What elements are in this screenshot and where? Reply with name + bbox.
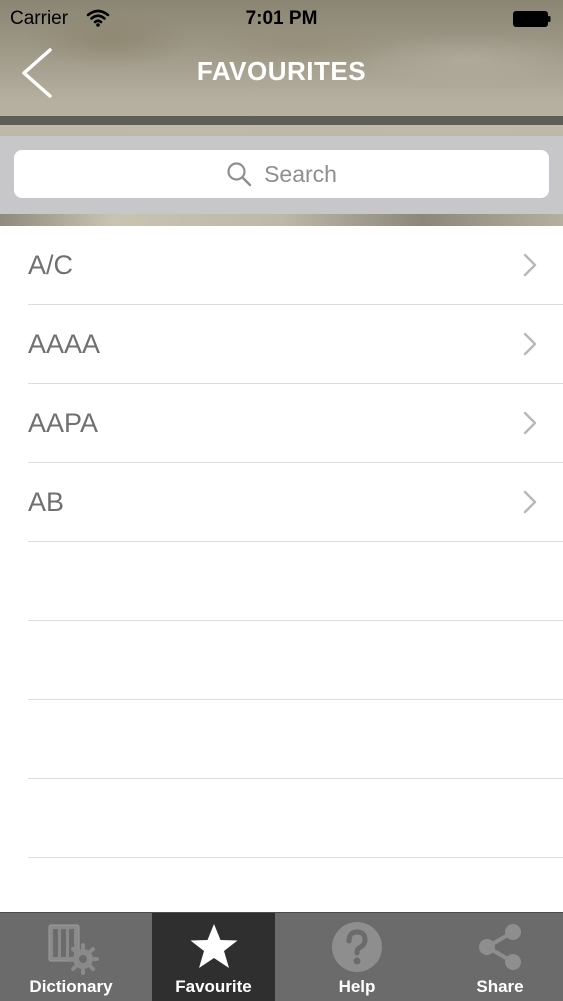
favourites-list: A/C AAAA AAPA AB — [0, 226, 563, 912]
dictionary-gear-icon — [48, 924, 99, 975]
search-placeholder: Search — [264, 160, 337, 187]
share-icon — [479, 924, 521, 970]
search-icon — [227, 162, 252, 187]
tab-label: Share — [476, 977, 524, 996]
empty-row — [28, 700, 563, 779]
tab-bar: Dictionary Favourite Help Share — [0, 912, 563, 1001]
status-time: 7:01 PM — [245, 8, 318, 29]
list-item[interactable]: AAPA — [28, 384, 563, 463]
list-item-label: AAPA — [28, 408, 99, 438]
empty-row — [28, 621, 563, 700]
list-item-label: AAAA — [28, 329, 101, 359]
page-title: FAVOURITES — [196, 56, 367, 86]
status-bar: Carrier 7:01 PM — [0, 0, 563, 38]
tab-favourite[interactable]: Favourite — [152, 913, 275, 1001]
list-item[interactable]: A/C — [28, 226, 563, 305]
tab-dictionary[interactable]: Dictionary — [0, 913, 142, 1001]
header-band — [0, 116, 563, 125]
chevron-right-icon — [523, 490, 537, 514]
chevron-right-icon — [523, 411, 537, 435]
list-item-label: AB — [28, 487, 65, 517]
list-item-label: A/C — [28, 250, 74, 280]
header-bottom-strip — [0, 214, 563, 226]
tab-label: Dictionary — [29, 977, 113, 996]
battery-icon — [513, 11, 551, 27]
list-item[interactable]: AAAA — [28, 305, 563, 384]
tab-help[interactable]: Help — [294, 913, 420, 1001]
star-icon — [190, 924, 237, 968]
list-item[interactable]: AB — [28, 463, 563, 542]
tab-label: Favourite — [175, 977, 252, 996]
tab-share[interactable]: Share — [437, 913, 563, 1001]
chevron-right-icon — [523, 332, 537, 356]
question-icon — [332, 922, 382, 972]
chevron-right-icon — [523, 253, 537, 277]
empty-row — [28, 542, 563, 621]
tab-label: Help — [338, 977, 376, 996]
search-input[interactable]: Search — [14, 150, 549, 198]
empty-row — [28, 779, 563, 858]
